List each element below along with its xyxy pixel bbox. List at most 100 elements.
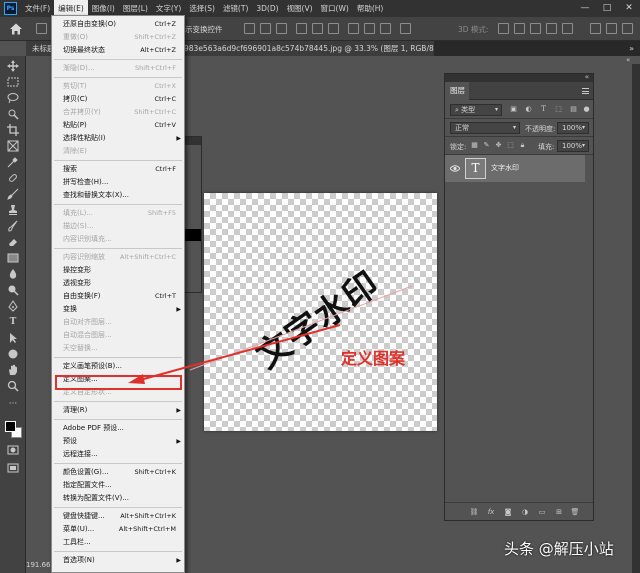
edit-menu-item[interactable]: 定义画笔预设(B)... xyxy=(52,360,184,373)
foreground-color-swatch[interactable] xyxy=(5,421,16,432)
link-icon[interactable]: ⛓ xyxy=(469,507,479,517)
3d-slide-icon[interactable] xyxy=(546,23,557,34)
lasso-tool-icon[interactable] xyxy=(7,92,19,104)
menu-filter[interactable]: 滤镜(T) xyxy=(219,0,252,17)
brush-tool-icon[interactable] xyxy=(7,188,19,200)
edit-menu-item[interactable]: 清理(R) ▶ xyxy=(52,404,184,417)
collapse-icon[interactable]: « xyxy=(585,73,589,81)
crop-tool-icon[interactable] xyxy=(7,124,19,136)
tab-active-document[interactable]: 983e563a6d9cf696901a8c574b78445.jpg @ 33… xyxy=(184,41,434,56)
adjustment-icon[interactable]: ◑ xyxy=(520,507,530,517)
menu-view[interactable]: 视图(V) xyxy=(283,0,317,17)
filter-shape-icon[interactable]: ⬚ xyxy=(554,105,563,114)
edit-menu-item[interactable]: 首选项(N) ▶ xyxy=(52,554,184,567)
frame-tool-icon[interactable] xyxy=(7,140,19,152)
edit-menu-item[interactable]: 键盘快捷键... Alt+Shift+Ctrl+K xyxy=(52,510,184,523)
folder-icon[interactable]: ▭ xyxy=(537,507,547,517)
distribute-icon[interactable] xyxy=(348,23,359,34)
edit-menu-item[interactable]: 查找和替换文本(X)... xyxy=(52,189,184,202)
dock-scrollbar[interactable] xyxy=(632,64,640,573)
menu-3d[interactable]: 3D(D) xyxy=(252,0,282,17)
edit-menu-item[interactable]: 菜单(U)... Alt+Shift+Ctrl+M xyxy=(52,523,184,536)
edit-menu-item[interactable]: 还原自由变换(O) Ctrl+Z xyxy=(52,18,184,31)
distribute-horizontal-icon[interactable] xyxy=(380,23,391,34)
quick-select-tool-icon[interactable] xyxy=(7,108,19,120)
workspace-icon[interactable] xyxy=(606,23,617,34)
trash-icon[interactable]: 🗑︎ xyxy=(570,507,580,517)
edit-menu-item[interactable]: 指定配置文件... xyxy=(52,479,184,492)
3d-pan-icon[interactable] xyxy=(530,23,541,34)
edit-menu-item[interactable]: 变换 ▶ xyxy=(52,303,184,316)
panel-menu-icon[interactable] xyxy=(582,88,589,94)
fx-icon[interactable]: fx xyxy=(486,507,496,517)
3d-scale-icon[interactable] xyxy=(562,23,573,34)
edit-menu-item[interactable]: 粘贴(P) Ctrl+V xyxy=(52,119,184,132)
lock-position-icon[interactable]: ✥ xyxy=(494,141,503,150)
edit-menu-item[interactable]: 拷贝(C) Ctrl+C xyxy=(52,93,184,106)
edit-menu-item[interactable]: 转换为配置文件(V)... xyxy=(52,492,184,505)
align-middle-icon[interactable] xyxy=(312,23,323,34)
align-right-icon[interactable] xyxy=(276,23,287,34)
zoom-tool-icon[interactable] xyxy=(7,380,19,392)
fill-input[interactable]: 100% ▾ xyxy=(557,140,589,152)
mask-icon[interactable]: ◙ xyxy=(503,507,513,517)
filter-kind-select[interactable]: ⌕ 类型 ▾ xyxy=(450,104,502,116)
search-icon[interactable] xyxy=(590,23,601,34)
lock-transparent-icon[interactable]: ▦ xyxy=(470,141,479,150)
shape-tool-icon[interactable] xyxy=(7,348,19,360)
new-layer-icon[interactable]: ⊞ xyxy=(554,507,564,517)
eraser-tool-icon[interactable] xyxy=(7,236,19,248)
edit-menu-item[interactable]: 远程连接... xyxy=(52,448,184,461)
stamp-tool-icon[interactable] xyxy=(7,204,19,216)
more-tools-icon[interactable]: ··· xyxy=(7,398,19,410)
quick-mask-icon[interactable] xyxy=(7,444,19,456)
align-bottom-icon[interactable] xyxy=(328,23,339,34)
edit-menu-item[interactable]: 操控变形 xyxy=(52,264,184,277)
edit-menu-item[interactable]: 选择性粘贴(I) ▶ xyxy=(52,132,184,145)
more-options-icon[interactable] xyxy=(400,23,411,34)
3d-rotate-icon[interactable] xyxy=(498,23,509,34)
home-icon[interactable] xyxy=(9,22,23,36)
menu-window[interactable]: 窗口(W) xyxy=(317,0,353,17)
move-tool-icon[interactable] xyxy=(36,23,47,34)
eyedropper-tool-icon[interactable] xyxy=(7,156,19,168)
edit-menu-item[interactable]: 工具栏... xyxy=(52,536,184,549)
pen-tool-icon[interactable] xyxy=(7,300,19,312)
minimize-button[interactable]: — xyxy=(574,0,596,17)
menu-help[interactable]: 帮助(H) xyxy=(353,0,388,17)
filter-smart-object-icon[interactable]: ▤ xyxy=(569,105,578,114)
hand-tool-icon[interactable] xyxy=(7,364,19,376)
eye-icon[interactable] xyxy=(450,164,460,173)
filter-pixel-icon[interactable]: ▣ xyxy=(509,105,518,114)
edit-menu-item[interactable]: 切换最终状态 Alt+Ctrl+Z xyxy=(52,44,184,57)
healing-brush-tool-icon[interactable] xyxy=(7,172,19,184)
edit-menu-item[interactable]: 颜色设置(G)... Shift+Ctrl+K xyxy=(52,466,184,479)
marquee-tool-icon[interactable] xyxy=(7,76,19,88)
edit-menu-item[interactable]: 自由变换(F) Ctrl+T xyxy=(52,290,184,303)
maximize-button[interactable]: □ xyxy=(596,0,618,17)
dodge-tool-icon[interactable] xyxy=(7,284,19,296)
menu-select[interactable]: 选择(S) xyxy=(185,0,219,17)
document-canvas[interactable]: 文字水印 xyxy=(204,193,437,431)
gradient-tool-icon[interactable] xyxy=(7,252,19,264)
tab-untitled[interactable]: 未标题 xyxy=(26,41,52,56)
layer-name[interactable]: 文字水印 xyxy=(491,163,519,173)
edit-menu-item[interactable]: Adobe PDF 预设... xyxy=(52,422,184,435)
3d-roll-icon[interactable] xyxy=(514,23,525,34)
type-tool-icon[interactable]: T xyxy=(7,316,19,328)
align-left-icon[interactable] xyxy=(244,23,255,34)
share-icon[interactable] xyxy=(622,23,633,34)
edit-menu-item[interactable]: 拼写检查(H)... xyxy=(52,176,184,189)
history-brush-tool-icon[interactable] xyxy=(7,220,19,232)
layer-row[interactable]: T 文字水印 xyxy=(445,155,585,182)
edit-menu-item[interactable]: 搜索 Ctrl+F xyxy=(52,163,184,176)
align-center-icon[interactable] xyxy=(260,23,271,34)
dock-collapse-icon[interactable]: « xyxy=(626,56,630,64)
tabs-overflow-icon[interactable]: » xyxy=(629,41,634,56)
lock-all-icon[interactable]: 🔒︎ xyxy=(518,141,527,150)
lock-pixels-icon[interactable]: ✎ xyxy=(482,141,491,150)
tab-layers[interactable]: 图层 xyxy=(445,82,469,100)
path-select-tool-icon[interactable] xyxy=(7,332,19,344)
blur-tool-icon[interactable] xyxy=(7,268,19,280)
opacity-input[interactable]: 100% ▾ xyxy=(557,122,589,134)
